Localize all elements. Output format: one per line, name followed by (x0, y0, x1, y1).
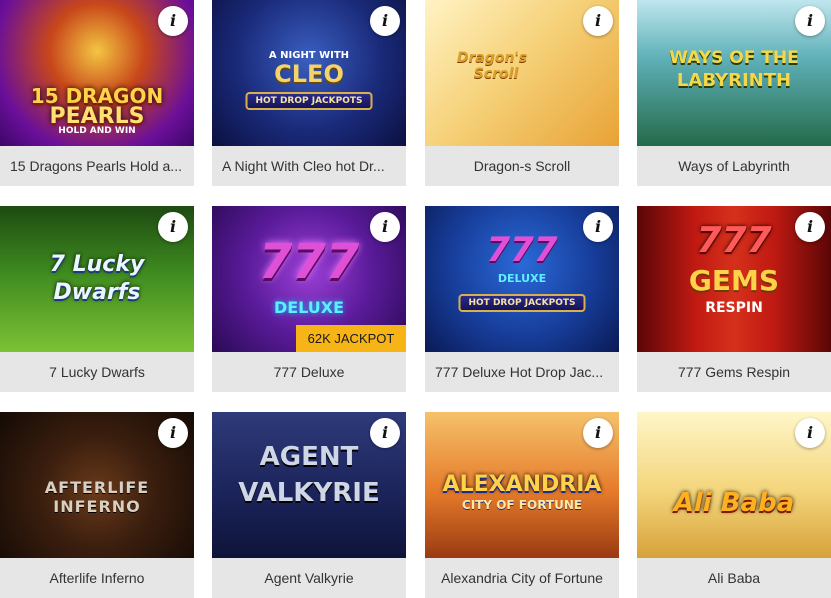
game-tile-ways-of-labyrinth[interactable]: WAYS OF THE LABYRINTH i Ways of Labyrint… (637, 0, 831, 186)
art-title-top: Ali Baba (673, 488, 795, 518)
game-tile-dragons-scroll[interactable]: Dragon's Scroll i Dragon-s Scroll (425, 0, 619, 186)
game-tile-night-with-cleo[interactable]: A NIGHT WITH CLEO HOT DROP JACKPOTS i A … (212, 0, 406, 186)
game-tile-afterlife-inferno[interactable]: AFTERLIFE INFERNO i Afterlife Inferno (0, 412, 194, 598)
game-title[interactable]: Afterlife Inferno (0, 558, 194, 598)
info-icon[interactable]: i (583, 6, 613, 36)
game-title[interactable]: 777 Gems Respin (637, 352, 831, 392)
art-subtitle: HOT DROP JACKPOTS (245, 92, 373, 110)
info-icon[interactable]: i (370, 212, 400, 242)
game-title[interactable]: 15 Dragons Pearls Hold a... (0, 146, 194, 186)
art-title-mid: DELUXE (273, 298, 345, 317)
game-tile-777-deluxe[interactable]: 777 DELUXE 62K JACKPOT i 777 Deluxe (212, 206, 406, 392)
game-title[interactable]: A Night With Cleo hot Dr... (212, 146, 406, 186)
art-title-mid: LABYRINTH (676, 70, 792, 91)
art-title-mid: VALKYRIE (238, 478, 380, 508)
art-subtitle: HOT DROP JACKPOTS (458, 294, 586, 312)
art-title-top: Dragon's (456, 50, 528, 66)
game-title[interactable]: Ways of Labyrinth (637, 146, 831, 186)
art-title-top: AGENT (259, 442, 359, 472)
art-title-mid: CITY OF FORTUNE (461, 498, 583, 512)
info-icon[interactable]: i (158, 418, 188, 448)
info-icon[interactable]: i (795, 418, 825, 448)
game-tile-alexandria[interactable]: ALEXANDRIA CITY OF FORTUNE i Alexandria … (425, 412, 619, 598)
art-title-top: ALEXANDRIA (442, 472, 602, 497)
game-tile-agent-valkyrie[interactable]: AGENT VALKYRIE i Agent Valkyrie (212, 412, 406, 598)
game-title[interactable]: 7 Lucky Dwarfs (0, 352, 194, 392)
art-subtitle: HOLD AND WIN (58, 126, 136, 136)
game-tile-777-gems-respin[interactable]: 777 GEMS RESPIN i 777 Gems Respin (637, 206, 831, 392)
art-title-top: AFTERLIFE INFERNO (44, 478, 150, 516)
info-icon[interactable]: i (158, 212, 188, 242)
art-title-top: 777 (258, 234, 360, 290)
game-title[interactable]: Alexandria City of Fortune (425, 558, 619, 598)
info-icon[interactable]: i (795, 6, 825, 36)
info-icon[interactable]: i (583, 212, 613, 242)
art-title-mid: CLEO (274, 60, 344, 88)
game-tile-777-deluxe-hot-drop[interactable]: 777 DELUXE HOT DROP JACKPOTS i 777 Delux… (425, 206, 619, 392)
art-title-mid: GEMS (688, 264, 780, 297)
game-tile-ali-baba[interactable]: Ali Baba i Ali Baba (637, 412, 831, 598)
game-grid: 15 DRAGON PEARLS HOLD AND WIN i 15 Drago… (0, 0, 831, 598)
art-title-mid: Dwarfs (53, 280, 141, 305)
game-title[interactable]: Ali Baba (637, 558, 831, 598)
art-title-top: 7 Lucky (49, 252, 145, 277)
game-title[interactable]: 777 Deluxe (212, 352, 406, 392)
info-icon[interactable]: i (583, 418, 613, 448)
game-tile-7-lucky-dwarfs[interactable]: 7 Lucky Dwarfs i 7 Lucky Dwarfs (0, 206, 194, 392)
jackpot-badge: 62K JACKPOT (296, 325, 406, 352)
art-subtitle: RESPIN (705, 300, 763, 316)
info-icon[interactable]: i (370, 418, 400, 448)
art-title-top: WAYS OF THE (669, 48, 799, 68)
game-title[interactable]: Dragon-s Scroll (425, 146, 619, 186)
art-title-mid: DELUXE (497, 272, 547, 285)
game-title[interactable]: Agent Valkyrie (212, 558, 406, 598)
info-icon[interactable]: i (158, 6, 188, 36)
art-title-mid: Scroll (473, 66, 519, 82)
game-title[interactable]: 777 Deluxe Hot Drop Jac... (425, 352, 619, 392)
info-icon[interactable]: i (370, 6, 400, 36)
game-tile-15-dragon-pearls[interactable]: 15 DRAGON PEARLS HOLD AND WIN i 15 Drago… (0, 0, 194, 186)
info-icon[interactable]: i (795, 212, 825, 242)
